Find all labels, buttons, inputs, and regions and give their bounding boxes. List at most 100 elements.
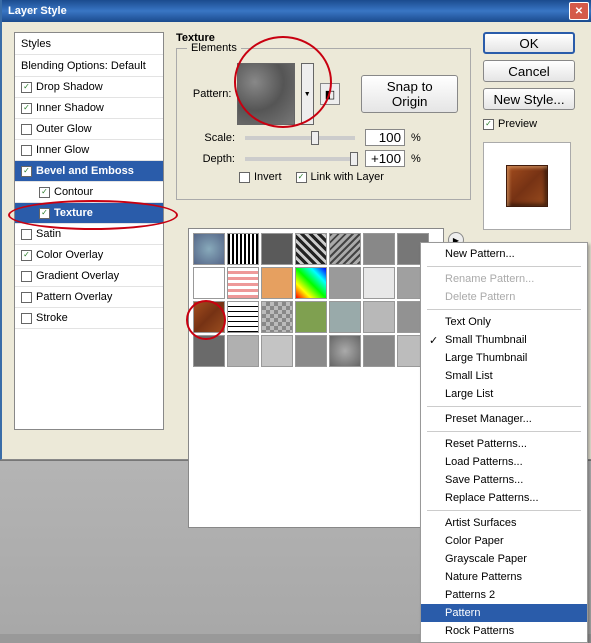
group-label: Elements: [187, 42, 241, 54]
checkbox-icon[interactable]: [21, 145, 32, 156]
menu-pattern[interactable]: Pattern: [421, 604, 587, 622]
menu-large-list[interactable]: Large List: [421, 385, 587, 403]
pattern-swatch[interactable]: [193, 335, 225, 367]
menu-patterns-2[interactable]: Patterns 2: [421, 586, 587, 604]
depth-slider[interactable]: [245, 157, 355, 161]
preview-label[interactable]: Preview: [498, 118, 537, 130]
titlebar: Layer Style ✕: [2, 0, 591, 22]
checkbox-icon[interactable]: ✓: [21, 166, 32, 177]
pattern-swatch[interactable]: [329, 335, 361, 367]
pattern-swatch[interactable]: [363, 267, 395, 299]
pattern-swatch[interactable]: [363, 335, 395, 367]
pattern-swatch[interactable]: [261, 301, 293, 333]
scale-input[interactable]: [365, 129, 405, 146]
snap-to-origin-button[interactable]: Snap to Origin: [361, 75, 458, 113]
pattern-label: Pattern:: [189, 88, 231, 100]
checkbox-icon[interactable]: [21, 124, 32, 135]
invert-label[interactable]: Invert: [254, 171, 282, 183]
ok-button[interactable]: OK: [483, 32, 575, 54]
menu-save-patterns[interactable]: Save Patterns...: [421, 471, 587, 489]
pattern-swatch[interactable]: [295, 335, 327, 367]
pattern-swatch[interactable]: [329, 301, 361, 333]
menu-small-thumbnail[interactable]: ✓Small Thumbnail: [421, 331, 587, 349]
check-icon: ✓: [429, 334, 438, 347]
pattern-picker: [188, 228, 444, 528]
menu-grayscale-paper[interactable]: Grayscale Paper: [421, 550, 587, 568]
menu-text-only[interactable]: Text Only: [421, 313, 587, 331]
pattern-swatch[interactable]: [329, 267, 361, 299]
checkbox-icon[interactable]: [21, 292, 32, 303]
style-satin[interactable]: Satin: [15, 224, 163, 245]
pattern-swatch[interactable]: [295, 233, 327, 265]
scale-slider[interactable]: [245, 136, 355, 140]
menu-new-pattern[interactable]: New Pattern...: [421, 245, 587, 263]
style-inner-glow[interactable]: Inner Glow: [15, 140, 163, 161]
menu-delete-pattern: Delete Pattern: [421, 288, 587, 306]
pattern-swatch[interactable]: [363, 233, 395, 265]
style-outer-glow[interactable]: Outer Glow: [15, 119, 163, 140]
style-color-overlay[interactable]: ✓Color Overlay: [15, 245, 163, 266]
menu-preset-manager[interactable]: Preset Manager...: [421, 410, 587, 428]
elements-group: Elements Pattern: ▼ ◧ Snap to Origin Sca…: [176, 48, 471, 200]
dialog-title: Layer Style: [8, 5, 67, 17]
style-pattern-overlay[interactable]: Pattern Overlay: [15, 287, 163, 308]
menu-small-list[interactable]: Small List: [421, 367, 587, 385]
scale-label: Scale:: [189, 132, 235, 144]
checkbox-icon[interactable]: ✓: [483, 119, 494, 130]
pattern-flyout-menu: New Pattern... Rename Pattern... Delete …: [420, 242, 588, 643]
checkbox-icon[interactable]: ✓: [21, 82, 32, 93]
menu-rename-pattern: Rename Pattern...: [421, 270, 587, 288]
pattern-swatch[interactable]: [261, 335, 293, 367]
preview-swatch: [483, 142, 571, 230]
styles-header[interactable]: Styles: [15, 33, 163, 55]
pattern-swatch[interactable]: [329, 233, 361, 265]
checkbox-icon[interactable]: [21, 313, 32, 324]
style-bevel-emboss[interactable]: ✓Bevel and Emboss: [15, 161, 163, 182]
menu-large-thumbnail[interactable]: Large Thumbnail: [421, 349, 587, 367]
menu-replace-patterns[interactable]: Replace Patterns...: [421, 489, 587, 507]
menu-rock-patterns[interactable]: Rock Patterns: [421, 622, 587, 640]
checkbox-icon[interactable]: [21, 271, 32, 282]
pattern-swatch[interactable]: [227, 267, 259, 299]
checkbox-icon[interactable]: ✓: [296, 172, 307, 183]
pattern-swatch[interactable]: [295, 267, 327, 299]
pattern-swatch[interactable]: [227, 335, 259, 367]
style-stroke[interactable]: Stroke: [15, 308, 163, 329]
style-texture[interactable]: ✓Texture: [15, 203, 163, 224]
style-gradient-overlay[interactable]: Gradient Overlay: [15, 266, 163, 287]
pattern-swatch[interactable]: [227, 301, 259, 333]
depth-label: Depth:: [189, 153, 235, 165]
menu-color-paper[interactable]: Color Paper: [421, 532, 587, 550]
new-style-button[interactable]: New Style...: [483, 88, 575, 110]
pattern-swatch[interactable]: [227, 233, 259, 265]
menu-artist-surfaces[interactable]: Artist Surfaces: [421, 514, 587, 532]
pattern-swatch[interactable]: [193, 301, 225, 333]
link-label[interactable]: Link with Layer: [311, 171, 384, 183]
checkbox-icon[interactable]: ✓: [21, 103, 32, 114]
menu-nature-patterns[interactable]: Nature Patterns: [421, 568, 587, 586]
depth-input[interactable]: [365, 150, 405, 167]
blending-options[interactable]: Blending Options: Default: [15, 55, 163, 77]
styles-list: Styles Blending Options: Default ✓Drop S…: [14, 32, 164, 430]
pattern-swatch[interactable]: [363, 301, 395, 333]
cancel-button[interactable]: Cancel: [483, 60, 575, 82]
pattern-swatch[interactable]: [237, 63, 294, 125]
close-icon[interactable]: ✕: [569, 2, 589, 20]
style-inner-shadow[interactable]: ✓Inner Shadow: [15, 98, 163, 119]
pattern-swatch[interactable]: [295, 301, 327, 333]
style-contour[interactable]: ✓Contour: [15, 182, 163, 203]
menu-reset-patterns[interactable]: Reset Patterns...: [421, 435, 587, 453]
pattern-swatch[interactable]: [193, 233, 225, 265]
checkbox-icon[interactable]: [239, 172, 250, 183]
pattern-swatch[interactable]: [261, 233, 293, 265]
style-drop-shadow[interactable]: ✓Drop Shadow: [15, 77, 163, 98]
chevron-down-icon[interactable]: ▼: [301, 63, 314, 125]
checkbox-icon[interactable]: ✓: [39, 187, 50, 198]
menu-load-patterns[interactable]: Load Patterns...: [421, 453, 587, 471]
new-preset-icon[interactable]: ◧: [320, 83, 340, 105]
pattern-swatch[interactable]: [261, 267, 293, 299]
checkbox-icon[interactable]: [21, 229, 32, 240]
checkbox-icon[interactable]: ✓: [39, 208, 50, 219]
checkbox-icon[interactable]: ✓: [21, 250, 32, 261]
pattern-swatch[interactable]: [193, 267, 225, 299]
